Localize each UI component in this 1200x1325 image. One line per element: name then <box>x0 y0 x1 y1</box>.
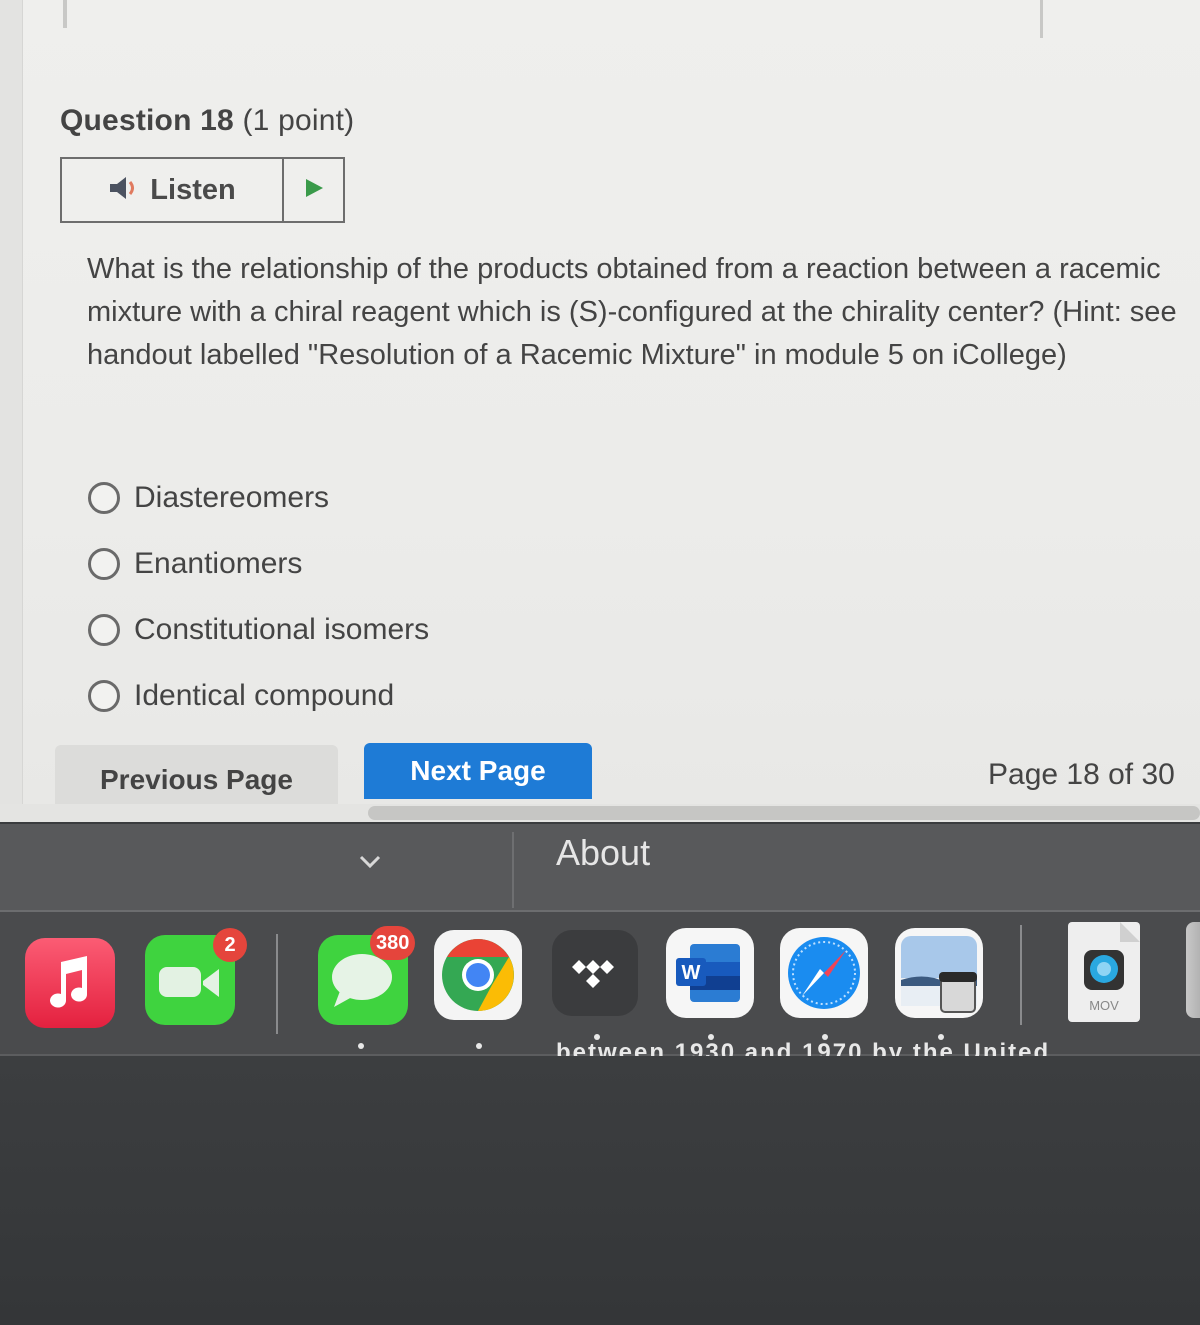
tidal-icon[interactable] <box>552 930 638 1016</box>
answer-option-label: Enantiomers <box>134 547 303 580</box>
desktop-background <box>0 1056 1200 1325</box>
answer-option[interactable]: Diastereomers <box>88 465 429 531</box>
music-icon[interactable] <box>25 938 115 1028</box>
play-button[interactable] <box>284 159 343 221</box>
horizontal-scrollbar[interactable] <box>368 806 1200 820</box>
background-caption: between 1930 and 1970 by the United <box>556 1039 1051 1058</box>
dock-separator <box>1020 925 1022 1025</box>
chrome-icon[interactable] <box>434 930 522 1020</box>
facetime-badge: 2 <box>213 928 247 962</box>
mov-file-icon[interactable]: MOV <box>1068 922 1140 1022</box>
radio-button[interactable] <box>88 548 120 580</box>
dock-separator <box>276 934 278 1034</box>
question-text: What is the relationship of the products… <box>87 253 1177 371</box>
answer-option[interactable]: Constitutional isomers <box>88 597 429 663</box>
answer-options: Diastereomers Enantiomers Constitutional… <box>88 465 429 729</box>
preview-icon[interactable] <box>895 928 983 1018</box>
word-icon-letter: W <box>682 962 701 984</box>
previous-page-button[interactable]: Previous Page <box>55 745 338 805</box>
listen-label: Listen <box>150 173 236 206</box>
messages-badge: 380 <box>370 926 416 960</box>
question-number: Question 18 <box>60 104 234 137</box>
radio-button[interactable] <box>88 614 120 646</box>
mov-file-label: MOV <box>1089 998 1119 1013</box>
next-page-button[interactable]: Next Page <box>364 743 592 799</box>
safari-icon[interactable] <box>780 928 868 1018</box>
word-icon[interactable]: W <box>666 928 754 1018</box>
page-left-edge <box>0 0 23 805</box>
decorative-tick <box>63 0 67 28</box>
answer-option-label: Constitutional isomers <box>134 613 430 646</box>
about-label[interactable]: About <box>556 832 650 874</box>
listen-widget: Listen <box>60 157 345 223</box>
answer-option-label: Diastereomers <box>134 481 330 514</box>
page-indicator: Page 18 of 30 <box>988 758 1175 791</box>
chevron-down-icon[interactable] <box>358 852 382 872</box>
running-indicator <box>358 1043 364 1049</box>
radio-button[interactable] <box>88 680 120 712</box>
decorative-tick <box>1040 0 1043 38</box>
answer-option-label: Identical compound <box>134 679 395 712</box>
question-title: Question 18 (1 point) <box>60 104 354 138</box>
radio-button[interactable] <box>88 482 120 514</box>
listen-button[interactable]: Listen <box>62 159 284 221</box>
answer-option[interactable]: Identical compound <box>88 663 429 729</box>
quiz-page: Question 18 (1 point) Listen What is the… <box>0 0 1200 822</box>
question-points: (1 point) <box>242 104 355 137</box>
play-icon <box>303 177 325 204</box>
answer-option[interactable]: Enantiomers <box>88 531 429 597</box>
running-indicator <box>476 1043 482 1049</box>
about-bar-divider <box>512 832 514 908</box>
speaker-icon <box>108 175 142 206</box>
trash-icon[interactable] <box>1186 922 1200 1018</box>
